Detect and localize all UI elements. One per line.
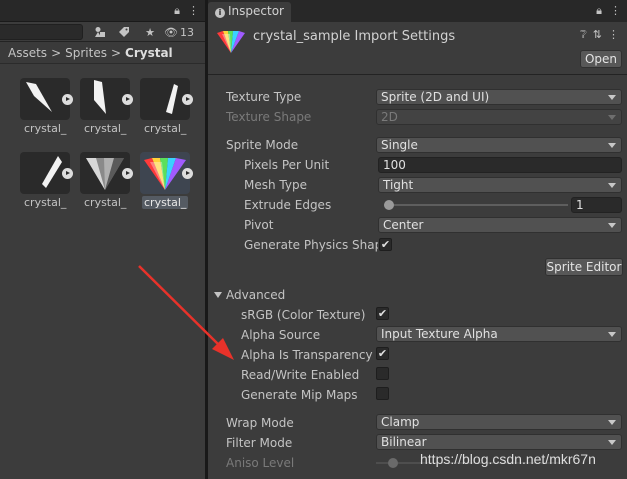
breadcrumb-assets[interactable]: Assets — [8, 46, 47, 60]
breadcrumb-separator: > — [51, 46, 62, 60]
extrude-edges-slider-track[interactable] — [384, 204, 568, 206]
generate-mip-maps-checkbox[interactable] — [376, 387, 389, 400]
header-tools: ❔︎ ⇅ ⋮ — [580, 28, 619, 42]
filter-mode-dropdown[interactable]: Bilinear — [376, 434, 622, 450]
inspector-panel: i Inspector 🔒︎ ⋮ crystal_sample Import Se… — [208, 0, 627, 479]
filter-by-type-icon — [95, 27, 105, 37]
breadcrumb: Assets > Sprites > Crystal — [0, 42, 205, 64]
lock-icon[interactable]: 🔒︎ — [596, 4, 602, 18]
asset-tile[interactable]: crystal_ — [20, 152, 73, 212]
hidden-count: 13 — [179, 25, 194, 39]
extrude-edges-field[interactable]: 1 — [571, 197, 622, 213]
more-menu-icon[interactable]: ⋮ — [610, 4, 621, 18]
texture-shape-dropdown: 2D — [376, 109, 622, 125]
watermark-text: https://blog.csdn.net/mkr67n — [420, 451, 596, 467]
crystal-rainbow-icon — [217, 31, 245, 53]
filter-mode-label: Filter Mode — [226, 436, 293, 450]
project-tab-bar: 🔒︎ ⋮ — [0, 0, 205, 22]
breadcrumb-separator: > — [110, 46, 122, 60]
lock-icon[interactable]: 🔒︎ — [174, 4, 180, 18]
asset-label: crystal_ — [144, 122, 187, 135]
more-menu-icon[interactable]: ⋮ — [188, 4, 199, 18]
texture-shape-label: Texture Shape — [226, 110, 312, 124]
advanced-foldout[interactable]: Advanced — [214, 288, 285, 302]
advanced-label: Advanced — [226, 288, 286, 302]
info-icon: i — [215, 8, 225, 18]
breadcrumb-sprites[interactable]: Sprites — [65, 46, 107, 60]
aniso-level-slider-thumb — [388, 458, 398, 468]
texture-type-label: Texture Type — [226, 90, 302, 104]
page-title: crystal_sample Import Settings — [253, 29, 456, 44]
open-button[interactable]: Open — [580, 50, 622, 68]
alpha-source-dropdown[interactable]: Input Texture Alpha — [376, 326, 622, 342]
breadcrumb-crystal[interactable]: Crystal — [125, 46, 173, 60]
pixels-per-unit-label: Pixels Per Unit — [244, 158, 330, 172]
search-input[interactable] — [0, 24, 83, 40]
star-icon: ★ — [145, 25, 155, 39]
asset-label: crystal_ — [24, 196, 67, 209]
read-write-enabled-label: Read/Write Enabled — [241, 368, 360, 382]
expand-sprite-icon[interactable] — [122, 168, 133, 179]
filter-by-type-button[interactable] — [88, 23, 112, 41]
asset-tile[interactable]: crystal_ — [80, 152, 133, 212]
alpha-is-transparency-label: Alpha Is Transparency — [241, 348, 373, 362]
filter-by-label-button[interactable] — [112, 23, 136, 41]
alpha-is-transparency-checkbox[interactable]: ✔ — [376, 347, 389, 360]
label-tag-icon — [119, 27, 129, 37]
generate-physics-shape-checkbox[interactable]: ✔ — [379, 238, 392, 251]
expand-sprite-icon[interactable] — [62, 94, 73, 105]
sprite-mode-dropdown[interactable]: Single — [376, 137, 622, 153]
expand-sprite-icon[interactable] — [122, 94, 133, 105]
tab-inspector[interactable]: i Inspector — [208, 2, 291, 22]
read-write-enabled-checkbox[interactable] — [376, 367, 389, 380]
expand-sprite-icon[interactable] — [182, 168, 193, 179]
asset-label: crystal_ — [84, 122, 127, 135]
sprite-editor-button[interactable]: Sprite Editor — [545, 258, 623, 276]
asset-tile[interactable]: crystal_ — [20, 78, 73, 138]
asset-label: crystal_ — [84, 196, 127, 209]
expand-sprite-icon[interactable] — [62, 168, 73, 179]
alpha-source-label: Alpha Source — [241, 328, 321, 342]
help-icon[interactable]: ❔︎ — [580, 28, 587, 42]
asset-label: crystal_ — [24, 122, 67, 135]
asset-label: crystal_ — [142, 196, 189, 209]
asset-tile[interactable]: crystal_ — [80, 78, 133, 138]
project-panel: 🔒︎ ⋮ ★ 👁︎ 13 Assets > Sprites > Crystal crys… — [0, 0, 205, 479]
extrude-edges-label: Extrude Edges — [244, 198, 332, 212]
extrude-edges-slider-thumb[interactable] — [384, 200, 394, 210]
mesh-type-label: Mesh Type — [244, 178, 307, 192]
asset-tile[interactable]: crystal_ — [140, 78, 193, 138]
pixels-per-unit-field[interactable]: 100 — [378, 157, 622, 173]
import-settings-header: crystal_sample Import Settings ❔︎ ⇅ ⋮ Op… — [208, 22, 627, 75]
favorites-button[interactable]: ★ — [138, 23, 162, 41]
texture-type-dropdown[interactable]: Sprite (2D and UI) — [376, 89, 622, 105]
pivot-label: Pivot — [244, 218, 274, 232]
expand-sprite-icon[interactable] — [182, 94, 193, 105]
generate-physics-shape-label: Generate Physics Shape — [244, 238, 378, 252]
wrap-mode-label: Wrap Mode — [226, 416, 294, 430]
inspector-tab-bar: i Inspector 🔒︎ ⋮ — [208, 0, 627, 22]
mesh-type-dropdown[interactable]: Tight — [378, 177, 622, 193]
srgb-checkbox[interactable]: ✔ — [376, 307, 389, 320]
srgb-label: sRGB (Color Texture) — [241, 308, 366, 322]
tab-inspector-label: Inspector — [228, 4, 284, 18]
pivot-dropdown[interactable]: Center — [378, 217, 622, 233]
more-menu-icon[interactable]: ⋮ — [608, 28, 619, 42]
eye-slash-icon: 👁︎ — [164, 25, 178, 39]
sprite-mode-label: Sprite Mode — [226, 138, 299, 152]
project-toolbar: ★ 👁︎ 13 — [0, 22, 205, 42]
import-settings-body: Texture Type Sprite (2D and UI) Texture … — [208, 76, 627, 479]
generate-mip-maps-label: Generate Mip Maps — [241, 388, 358, 402]
aniso-level-label: Aniso Level — [226, 456, 295, 470]
wrap-mode-dropdown[interactable]: Clamp — [376, 414, 622, 430]
asset-tile-selected[interactable]: crystal_ — [140, 152, 193, 212]
preset-icon[interactable]: ⇅ — [593, 28, 602, 42]
hidden-packages-toggle[interactable]: 👁︎ 13 — [164, 23, 204, 41]
foldout-arrow-icon — [214, 292, 222, 298]
